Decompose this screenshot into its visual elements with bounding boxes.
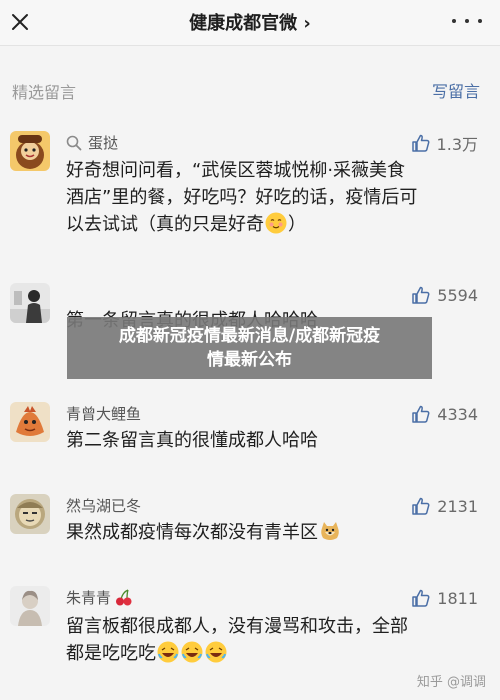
comment-line: 第二条留言真的很懂成都人哈哈 — [66, 430, 318, 451]
like-count: 1811 — [437, 588, 478, 608]
like-button[interactable]: 2131 — [411, 494, 478, 518]
comment-text: 好奇想问问看，“武侯区蓉城悦柳·采薇美食 酒店”里的餐，好吃吗？好吃的话，疫情后… — [66, 157, 486, 238]
write-comment-link[interactable]: 写留言 — [432, 78, 480, 102]
cherry-icon — [116, 588, 132, 605]
like-count: 2131 — [437, 496, 478, 516]
like-button[interactable]: 1.3万 — [411, 131, 478, 155]
laughing-emoji-icon — [181, 641, 203, 663]
commenter-name: 蛋挞 — [66, 132, 118, 153]
comment-item: 然乌湖已冬 2131 果然成都疫情每次都没有青羊区 — [0, 494, 500, 554]
comment-item: 蛋挞 1.3万 好奇想问问看，“武侯区蓉城悦柳·采薇美食 酒店”里的餐，好吃吗？… — [0, 131, 500, 251]
comment-line: 好奇想问问看，“武侯区蓉城悦柳·采薇美食 — [66, 160, 406, 181]
comment-line: 以去试试（真的只是好奇） — [66, 212, 306, 235]
commenter-name: 青曾大鲤鱼 — [66, 405, 142, 423]
avatar[interactable] — [10, 402, 50, 442]
like-count: 4334 — [437, 404, 478, 424]
thumb-up-icon — [412, 589, 430, 607]
laughing-emoji-icon — [205, 641, 227, 663]
account-title[interactable]: 健康成都官微 › — [0, 9, 500, 35]
thumb-up-icon — [412, 405, 430, 423]
blush-emoji-icon — [265, 212, 287, 234]
headline-overlay: 成都新冠疫情最新消息/成都新冠疫 情最新公布 — [67, 317, 432, 379]
comment-line: 留言板都很成都人，没有漫骂和攻击，全部 — [66, 616, 408, 637]
avatar[interactable] — [10, 131, 50, 171]
comment-line: 都是吃吃吃 — [66, 640, 486, 667]
commenter-name-text: 蛋挞 — [88, 134, 119, 152]
commenter-name: 然乌湖已冬 — [66, 497, 142, 515]
laughing-emoji-icon — [157, 641, 179, 663]
like-count: 5594 — [437, 285, 478, 305]
headline-text: 成都新冠疫情最新消息/成都新冠疫 情最新公布 — [118, 326, 381, 370]
thumb-up-icon — [411, 134, 429, 152]
like-button[interactable]: 5594 — [411, 283, 478, 307]
more-button[interactable] — [452, 14, 482, 28]
avatar[interactable] — [10, 494, 50, 534]
comment-item: 朱青青 1811 留言板都很成都人，没有漫骂和攻击，全部 都是吃吃吃 — [0, 586, 500, 676]
avatar[interactable] — [10, 586, 50, 626]
comment-text: 留言板都很成都人，没有漫骂和攻击，全部 都是吃吃吃 — [66, 613, 486, 667]
commenter-name: 朱青青 — [66, 587, 134, 608]
like-count: 1.3万 — [436, 135, 478, 154]
comment-item: 青曾大鲤鱼 4334 第二条留言真的很懂成都人哈哈 — [0, 402, 500, 462]
comment-line: 果然成都疫情每次都没有青羊区 — [66, 519, 486, 546]
watermark: 知乎 @调调 — [416, 675, 486, 690]
thumb-up-icon — [412, 497, 430, 515]
like-button[interactable]: 4334 — [411, 402, 478, 426]
doge-emoji-icon — [321, 522, 339, 540]
top-bar: 健康成都官微 › — [0, 0, 500, 46]
search-icon — [66, 135, 82, 150]
section-header: 精选留言 写留言 — [0, 72, 500, 106]
more-icon — [452, 19, 456, 23]
avatar[interactable] — [10, 283, 50, 323]
commenter-name-text: 朱青青 — [66, 589, 112, 607]
comment-line: 酒店”里的餐，好吃吗？好吃的话，疫情后可 — [66, 187, 418, 208]
section-title: 精选留言 — [12, 83, 77, 102]
comment-text: 第二条留言真的很懂成都人哈哈 — [66, 427, 486, 454]
thumb-up-icon — [412, 286, 430, 304]
comment-text: 果然成都疫情每次都没有青羊区 — [66, 519, 486, 546]
like-button[interactable]: 1811 — [411, 586, 478, 610]
